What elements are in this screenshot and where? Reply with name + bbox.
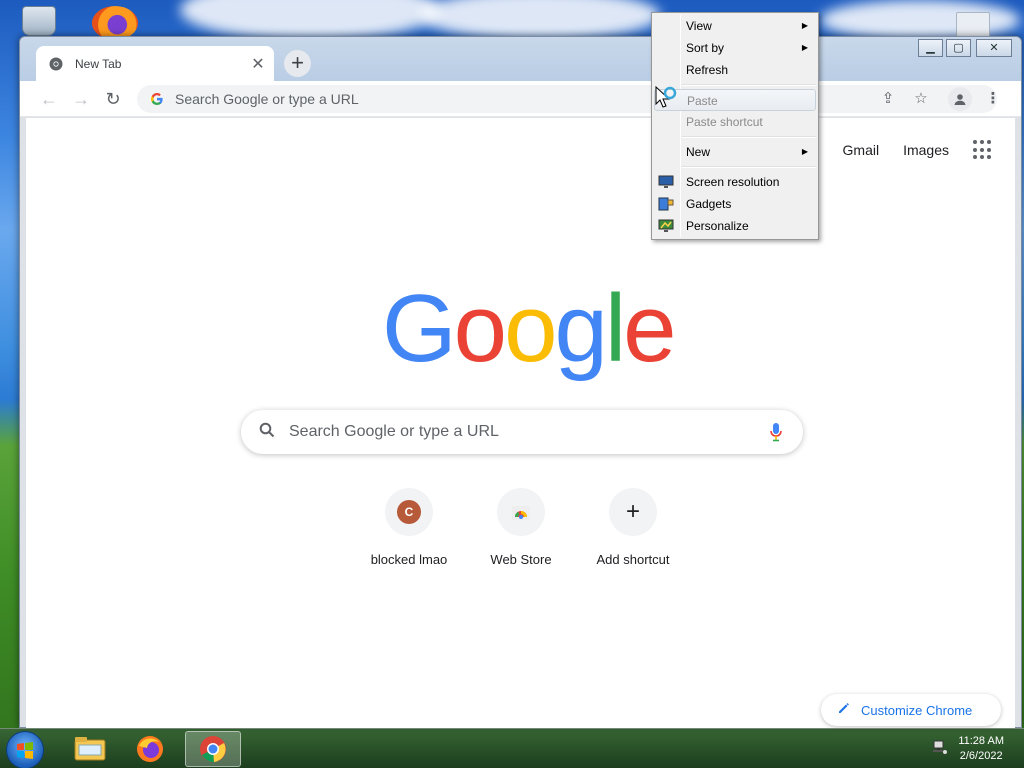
menu-item-sort-by[interactable]: Sort by ▶ (654, 37, 816, 59)
voice-search-icon[interactable] (769, 422, 783, 442)
maximize-button[interactable]: ▢ (946, 39, 971, 57)
back-icon[interactable]: ← (37, 87, 61, 111)
shortcut-label: Web Store (490, 552, 552, 567)
menu-label: Refresh (686, 63, 729, 77)
menu-label: View (686, 19, 712, 33)
network-icon[interactable] (932, 739, 948, 760)
images-link[interactable]: Images (903, 142, 949, 158)
system-tray: 11:28 AM 2/6/2022 (932, 729, 1024, 768)
chrome-favicon-icon (48, 56, 64, 72)
share-icon[interactable]: ⇪ (878, 89, 898, 109)
ntp-search-box[interactable]: Search Google or type a URL (241, 410, 803, 454)
taskbar: 11:28 AM 2/6/2022 (0, 728, 1024, 768)
taskbar-clock[interactable]: 11:28 AM 2/6/2022 (958, 734, 1004, 764)
clock-date: 2/6/2022 (959, 750, 1003, 762)
menu-item-paste-shortcut[interactable]: Paste shortcut (654, 111, 816, 133)
shortcut-favicon: C (385, 488, 433, 536)
customize-label: Customize Chrome (861, 702, 973, 718)
submenu-arrow-icon: ▶ (801, 43, 808, 52)
customize-chrome-button[interactable]: Customize Chrome (821, 694, 1001, 726)
new-tab-button[interactable]: + (284, 50, 311, 77)
shortcut-initial-icon: C (397, 500, 421, 524)
menu-label: Screen resolution (686, 175, 780, 189)
menu-kebab-icon[interactable]: ⋮ (983, 89, 1003, 109)
tab-new-tab[interactable]: New Tab ✕ (36, 46, 274, 81)
menu-label: Paste (687, 94, 718, 108)
shortcut-label: Add shortcut (596, 552, 670, 567)
menu-label: Personalize (686, 219, 749, 233)
submenu-arrow-icon: ▶ (801, 21, 808, 30)
logo-letter: o (453, 275, 507, 382)
tab-title: New Tab (75, 56, 122, 71)
mouse-cursor-icon (655, 85, 677, 108)
firefox-taskbar-icon[interactable] (122, 731, 178, 767)
omnibox-placeholder: Search Google or type a URL (175, 91, 359, 107)
chrome-window: New Tab ✕ + ▁ ▢ ✕ ← → ↻ Search Google or… (19, 36, 1022, 728)
apps-grid-icon[interactable] (973, 140, 993, 160)
menu-item-refresh[interactable]: Refresh (654, 59, 816, 81)
shortcut-tile[interactable]: Web Store (465, 488, 577, 567)
personalize-icon (658, 218, 674, 232)
logo-letter: e (623, 275, 676, 382)
gmail-link[interactable]: Gmail (843, 142, 880, 158)
menu-separator (682, 136, 816, 138)
menu-item-gadgets[interactable]: Gadgets (654, 193, 816, 215)
ntp-top-links: Gmail Images (843, 140, 1015, 160)
logo-letter: l (604, 275, 626, 382)
pencil-icon (837, 701, 851, 720)
display-icon (658, 174, 674, 188)
logo-letter: o (504, 275, 557, 382)
search-icon (259, 422, 275, 443)
shortcut-tile[interactable]: C blocked lmao (353, 488, 465, 567)
minimize-button[interactable]: ▁ (918, 39, 943, 57)
google-logo: Google (382, 274, 677, 384)
logo-letter: G (382, 275, 457, 382)
menu-item-view[interactable]: View ▶ (654, 15, 816, 37)
menu-label: Gadgets (686, 197, 732, 211)
reload-icon[interactable]: ↻ (101, 87, 125, 111)
logo-letter: g (554, 275, 607, 382)
close-tab-icon[interactable]: ✕ (248, 54, 268, 74)
desktop-context-menu: View ▶ Sort by ▶ Refresh Paste Paste short… (651, 12, 819, 240)
menu-item-new[interactable]: New ▶ (654, 141, 816, 163)
search-placeholder: Search Google or type a URL (289, 423, 499, 440)
plus-icon: + (609, 488, 657, 536)
google-g-icon (149, 91, 165, 107)
desktop-file-icon[interactable] (956, 12, 990, 38)
shortcut-label: blocked lmao (370, 552, 448, 567)
menu-separator (682, 84, 816, 86)
submenu-arrow-icon: ▶ (801, 147, 808, 156)
address-bar[interactable]: Search Google or type a URL (137, 85, 997, 113)
profile-icon[interactable] (948, 87, 972, 111)
plus-symbol: + (625, 498, 640, 525)
forward-icon[interactable]: → (69, 87, 93, 111)
recycle-bin-icon[interactable] (22, 6, 56, 36)
close-window-button[interactable]: ✕ (976, 39, 1012, 57)
clock-time: 11:28 AM (958, 735, 1004, 747)
menu-item-screen-resolution[interactable]: Screen resolution (654, 171, 816, 193)
add-shortcut-tile[interactable]: + Add shortcut (577, 488, 689, 567)
bookmark-star-icon[interactable]: ☆ (911, 89, 931, 109)
menu-separator (682, 166, 816, 168)
title-bar: New Tab ✕ + ▁ ▢ ✕ (20, 37, 1021, 81)
menu-label: Paste shortcut (686, 115, 763, 129)
gadgets-icon (658, 196, 674, 211)
explorer-taskbar-icon[interactable] (62, 731, 118, 767)
menu-label: New (686, 145, 711, 159)
web-store-icon (497, 488, 545, 536)
start-button[interactable] (6, 731, 44, 768)
menu-label: Sort by (686, 41, 725, 55)
firefox-desktop-icon[interactable] (92, 6, 138, 40)
menu-item-personalize[interactable]: Personalize (654, 215, 816, 237)
new-tab-page: Gmail Images Google Search Google or typ… (26, 118, 1015, 728)
toolbar: ← → ↻ Search Google or type a URL ⇪ ☆ ⋮ (20, 81, 1021, 117)
chrome-taskbar-icon[interactable] (185, 731, 241, 767)
